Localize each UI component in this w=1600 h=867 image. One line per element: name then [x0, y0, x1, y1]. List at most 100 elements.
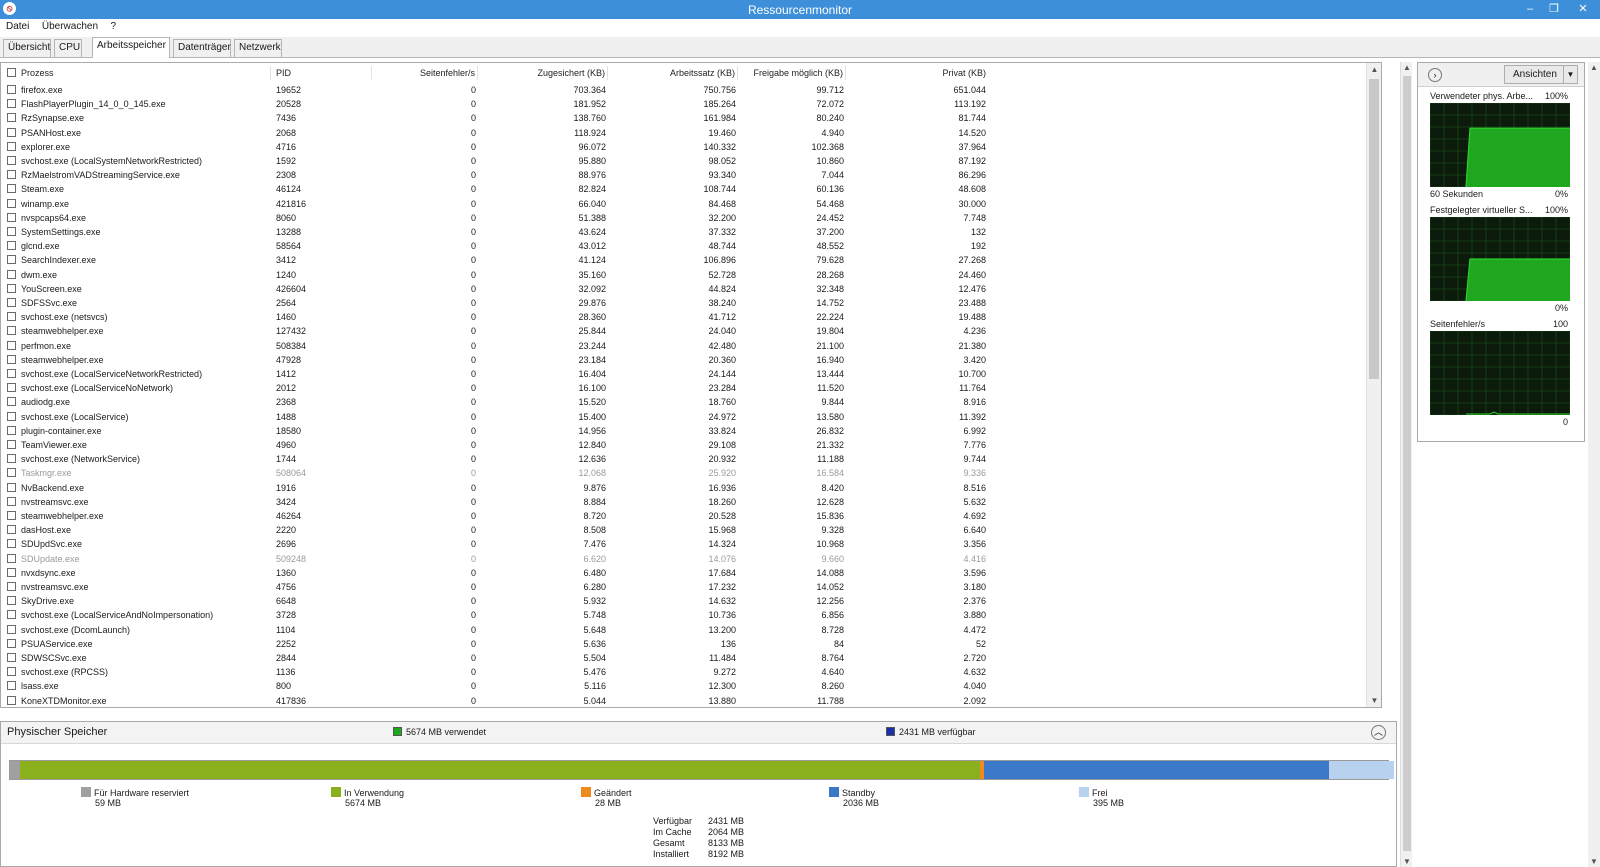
col-shareable[interactable]: Freigabe möglich (KB): [738, 66, 846, 80]
row-checkbox[interactable]: [7, 496, 16, 506]
table-row[interactable]: PSANHost.exe 2068 0 118.924 19.460 4.940 14.52…: [1, 126, 1001, 140]
table-row[interactable]: svchost.exe (LocalServiceNetworkRestrict…: [1, 367, 1001, 381]
row-checkbox[interactable]: [7, 539, 16, 549]
table-row[interactable]: nvxdsync.exe 1360 0 6.480 17.684 14.088 3.596: [1, 566, 1001, 580]
row-checkbox[interactable]: [7, 241, 16, 251]
col-pid[interactable]: PID: [276, 66, 372, 80]
col-process[interactable]: Prozess: [21, 66, 271, 80]
table-row[interactable]: steamwebhelper.exe 46264 0 8.720 20.528 15.83…: [1, 509, 1001, 523]
row-checkbox[interactable]: [7, 695, 16, 705]
row-checkbox[interactable]: [7, 298, 16, 307]
scroll-up-icon[interactable]: ▲: [1367, 65, 1381, 74]
table-row[interactable]: PSUAService.exe 2252 0 5.636 136 84 52: [1, 637, 1001, 651]
table-row[interactable]: svchost.exe (LocalServiceAndNoImpersonat…: [1, 608, 1001, 622]
row-checkbox[interactable]: [7, 212, 16, 222]
row-checkbox[interactable]: [7, 525, 16, 535]
graph-panel-scrollbar[interactable]: ▲ ▼: [1588, 62, 1600, 867]
table-row[interactable]: svchost.exe (netsvcs) 1460 0 28.360 41.712 22…: [1, 310, 1001, 324]
row-checkbox[interactable]: [7, 454, 16, 464]
row-checkbox[interactable]: [7, 624, 16, 634]
table-row[interactable]: SDUpdSvc.exe 2696 0 7.476 14.324 10.968 3.356: [1, 537, 1001, 551]
table-row[interactable]: firefox.exe 19652 0 703.364 750.756 99.712 651…: [1, 83, 1001, 97]
tab-arbeitsspeicher[interactable]: Arbeitsspeicher: [92, 37, 170, 58]
main-scroll-down-icon[interactable]: ▼: [1401, 857, 1413, 866]
menu-help[interactable]: ?: [107, 19, 121, 34]
row-checkbox[interactable]: [7, 440, 16, 449]
row-checkbox[interactable]: [7, 582, 16, 591]
row-checkbox[interactable]: [7, 354, 16, 364]
table-row[interactable]: TeamViewer.exe 4960 0 12.840 29.108 21.332 7.7…: [1, 438, 1001, 452]
table-row[interactable]: svchost.exe (DcomLaunch) 1104 0 5.648 13.200…: [1, 623, 1001, 637]
table-row[interactable]: KoneXTDMonitor.exe 417836 0 5.044 13.880 11.7…: [1, 694, 1001, 707]
row-checkbox[interactable]: [7, 369, 16, 378]
row-checkbox[interactable]: [7, 85, 16, 94]
table-row[interactable]: dasHost.exe 2220 0 8.508 15.968 9.328 6.640: [1, 523, 1001, 537]
table-row[interactable]: nvstreamsvc.exe 4756 0 6.280 17.232 14.052 3.1…: [1, 580, 1001, 594]
graph-scroll-up-icon[interactable]: ▲: [1588, 63, 1600, 72]
row-checkbox[interactable]: [7, 141, 16, 151]
table-row[interactable]: Steam.exe 46124 0 82.824 108.744 60.136 48.608: [1, 182, 1001, 196]
table-row[interactable]: explorer.exe 4716 0 96.072 140.332 102.368 37.…: [1, 140, 1001, 154]
chevron-down-icon[interactable]: ▼: [1563, 66, 1577, 83]
row-checkbox[interactable]: [7, 468, 16, 478]
row-checkbox[interactable]: [7, 638, 16, 648]
physical-memory-header[interactable]: Physischer Speicher 5674 MB verwendet 24…: [1, 722, 1396, 744]
row-checkbox[interactable]: [7, 411, 16, 421]
row-checkbox[interactable]: [7, 397, 16, 407]
table-row[interactable]: steamwebhelper.exe 127432 0 25.844 24.040 19.…: [1, 324, 1001, 338]
tab-uebersicht[interactable]: Übersicht: [3, 39, 51, 57]
table-row[interactable]: steamwebhelper.exe 47928 0 23.184 20.360 16.9…: [1, 353, 1001, 367]
row-checkbox[interactable]: [7, 681, 16, 691]
select-all-checkbox[interactable]: [7, 68, 16, 77]
table-row[interactable]: glcnd.exe 58564 0 43.012 48.744 48.552 192: [1, 239, 1001, 253]
table-row[interactable]: Taskmgr.exe 508064 0 12.068 25.920 16.584 9.33…: [1, 466, 1001, 480]
tab-datentraeger[interactable]: Datenträger: [173, 39, 231, 57]
main-scroll-thumb[interactable]: [1403, 76, 1411, 851]
table-row[interactable]: YouScreen.exe 426604 0 32.092 44.824 32.348 12…: [1, 282, 1001, 296]
restore-icon[interactable]: ❐: [1542, 0, 1566, 19]
tab-netzwerk[interactable]: Netzwerk: [234, 39, 282, 57]
table-row[interactable]: SDUpdate.exe 509248 0 6.620 14.076 9.660 4.416: [1, 552, 1001, 566]
views-button[interactable]: Ansichten ▼: [1504, 65, 1578, 84]
scroll-down-icon[interactable]: ▼: [1367, 696, 1381, 705]
expand-icon[interactable]: ›: [1428, 68, 1442, 82]
table-row[interactable]: dwm.exe 1240 0 35.160 52.728 28.268 24.460: [1, 268, 1001, 282]
main-scrollbar[interactable]: ▲ ▼: [1400, 62, 1412, 867]
row-checkbox[interactable]: [7, 653, 16, 662]
row-checkbox[interactable]: [7, 340, 16, 350]
table-row[interactable]: plugin-container.exe 18580 0 14.956 33.824 26…: [1, 424, 1001, 438]
table-row[interactable]: SearchIndexer.exe 3412 0 41.124 106.896 79.62…: [1, 253, 1001, 267]
table-row[interactable]: RzMaelstromVADStreamingService.exe 2308 0 8…: [1, 168, 1001, 182]
row-checkbox[interactable]: [7, 596, 16, 606]
main-scroll-up-icon[interactable]: ▲: [1401, 63, 1413, 72]
menu-ueberwachen[interactable]: Überwachen: [38, 19, 102, 34]
close-icon[interactable]: ✕: [1566, 0, 1600, 19]
row-checkbox[interactable]: [7, 567, 16, 577]
row-checkbox[interactable]: [7, 326, 16, 336]
row-checkbox[interactable]: [7, 184, 16, 194]
row-checkbox[interactable]: [7, 269, 16, 279]
row-checkbox[interactable]: [7, 610, 16, 620]
row-checkbox[interactable]: [7, 283, 16, 293]
minimize-icon[interactable]: –: [1518, 0, 1542, 19]
row-checkbox[interactable]: [7, 99, 16, 109]
row-checkbox[interactable]: [7, 482, 16, 492]
row-checkbox[interactable]: [7, 255, 16, 265]
table-row[interactable]: nvspcaps64.exe 8060 0 51.388 32.200 24.452 7.7…: [1, 211, 1001, 225]
row-checkbox[interactable]: [7, 227, 16, 236]
row-checkbox[interactable]: [7, 170, 16, 180]
table-row[interactable]: lsass.exe 800 0 5.116 12.300 8.260 4.040: [1, 679, 1001, 693]
menu-datei[interactable]: Datei: [2, 19, 33, 34]
table-row[interactable]: winamp.exe 421816 0 66.040 84.468 54.468 30.00…: [1, 197, 1001, 211]
table-row[interactable]: perfmon.exe 508384 0 23.244 42.480 21.100 21.3…: [1, 339, 1001, 353]
row-checkbox[interactable]: [7, 312, 16, 322]
table-row[interactable]: svchost.exe (NetworkService) 1744 0 12.636 2…: [1, 452, 1001, 466]
table-scrollbar[interactable]: ▲ ▼: [1366, 63, 1381, 707]
table-row[interactable]: svchost.exe (LocalServiceNoNetwork) 2012 0…: [1, 381, 1001, 395]
table-row[interactable]: SDWSCSvc.exe 2844 0 5.504 11.484 8.764 2.720: [1, 651, 1001, 665]
table-row[interactable]: RzSynapse.exe 7436 0 138.760 161.984 80.240 81…: [1, 111, 1001, 125]
table-row[interactable]: SystemSettings.exe 13288 0 43.624 37.332 37.2…: [1, 225, 1001, 239]
scroll-thumb[interactable]: [1369, 79, 1379, 379]
table-row[interactable]: FlashPlayerPlugin_14_0_0_145.exe 20528 0 18…: [1, 97, 1001, 111]
table-row[interactable]: svchost.exe (LocalSystemNetworkRestricte…: [1, 154, 1001, 168]
